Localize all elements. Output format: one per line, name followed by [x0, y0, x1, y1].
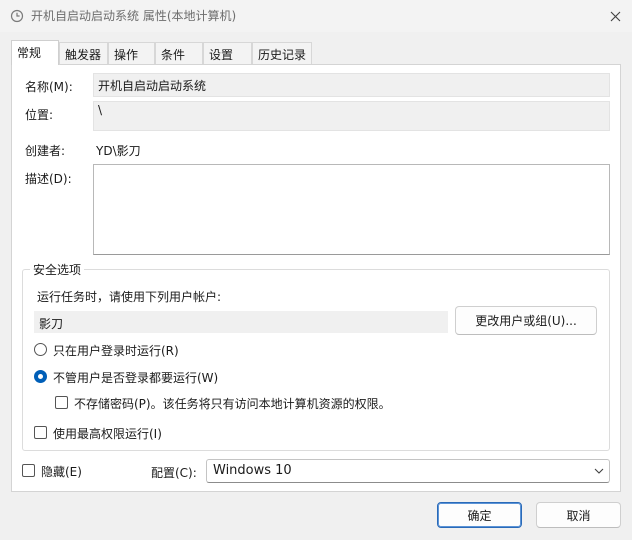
- author-value: YD\影刀: [96, 144, 141, 158]
- configure-label: 配置(C):: [151, 466, 197, 480]
- change-user-button[interactable]: 更改用户或组(U)...: [455, 306, 597, 335]
- run-as-label: 运行任务时，请使用下列用户帐户:: [37, 290, 222, 304]
- chevron-down-icon: [594, 468, 604, 474]
- highest-privileges-checkbox[interactable]: [34, 426, 47, 439]
- task-clock-icon: [10, 9, 24, 23]
- cancel-button[interactable]: 取消: [536, 502, 621, 528]
- radio-whether-logged-on[interactable]: [34, 370, 47, 383]
- tab-settings[interactable]: 设置: [203, 42, 252, 64]
- radio-whether-logged-on-label[interactable]: 不管用户是否登录都要运行(W): [53, 369, 218, 386]
- tab-history[interactable]: 历史记录: [252, 42, 312, 64]
- radio-logged-on-only-label[interactable]: 只在用户登录时运行(R): [53, 342, 179, 359]
- hidden-checkbox[interactable]: [22, 464, 35, 477]
- name-field[interactable]: 开机自启动启动系统: [93, 73, 610, 97]
- tab-general[interactable]: 常规: [11, 40, 59, 65]
- author-label: 创建者:: [25, 144, 66, 158]
- highest-privileges-label[interactable]: 使用最高权限运行(I): [53, 425, 162, 442]
- location-field[interactable]: \: [93, 101, 610, 131]
- window-title: 开机自启动启动系统 属性(本地计算机): [31, 9, 237, 23]
- location-label: 位置:: [25, 108, 54, 122]
- description-label: 描述(D):: [25, 172, 72, 186]
- tab-triggers[interactable]: 触发器: [59, 42, 108, 64]
- do-not-store-password-label[interactable]: 不存储密码(P)。该任务将只有访问本地计算机资源的权限。: [74, 395, 391, 412]
- tab-conditions[interactable]: 条件: [155, 42, 203, 64]
- name-label: 名称(M):: [25, 80, 73, 94]
- configure-select[interactable]: Windows 10: [206, 459, 610, 483]
- security-options-title: 安全选项: [30, 261, 85, 278]
- user-account-field: 影刀: [34, 311, 448, 333]
- description-textarea[interactable]: [93, 164, 610, 255]
- tab-actions[interactable]: 操作: [108, 42, 155, 64]
- radio-logged-on-only[interactable]: [34, 343, 47, 356]
- do-not-store-password-checkbox[interactable]: [55, 396, 68, 409]
- ok-button[interactable]: 确定: [437, 502, 522, 528]
- close-button[interactable]: [598, 0, 632, 32]
- close-icon: [610, 11, 620, 21]
- hidden-label[interactable]: 隐藏(E): [41, 463, 82, 480]
